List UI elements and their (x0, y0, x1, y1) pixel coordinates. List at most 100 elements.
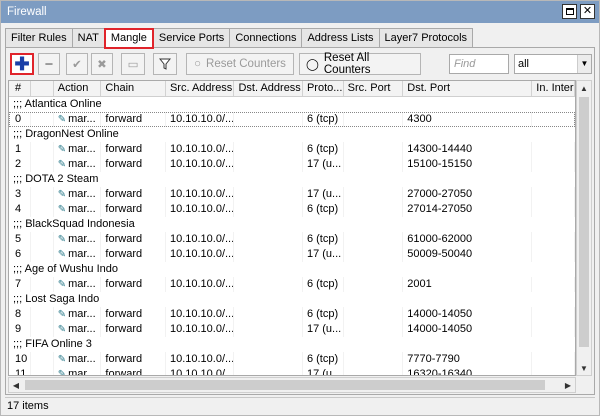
rule-protocol: 17 (u... (303, 187, 344, 202)
vertical-scroll-thumb[interactable] (579, 97, 589, 347)
column-header[interactable]: # (9, 81, 31, 96)
column-header[interactable]: Proto... (303, 81, 344, 96)
action-label: mar... (68, 203, 96, 215)
tab-service-ports[interactable]: Service Ports (152, 28, 231, 48)
filter-select[interactable]: all ▼ (514, 54, 592, 74)
pencil-icon: ✎ (57, 309, 67, 320)
minus-icon: ━ (45, 59, 53, 71)
vertical-scrollbar[interactable]: ▲ ▼ (576, 80, 592, 376)
column-header[interactable]: Src. Address (166, 81, 235, 96)
action-label: mar... (68, 233, 96, 245)
flags-cell (31, 202, 54, 217)
flags-cell (31, 277, 54, 292)
restore-button[interactable] (562, 4, 577, 19)
close-button[interactable]: ✕ (580, 4, 595, 19)
tab-connections[interactable]: Connections (229, 28, 303, 48)
horizontal-scroll-thumb[interactable] (25, 380, 545, 390)
rule-src-port (344, 277, 404, 292)
rule-protocol: 6 (tcp) (303, 202, 344, 217)
column-header[interactable]: Dst. Port (403, 81, 533, 96)
add-button[interactable]: ✚ (10, 53, 34, 75)
rule-src-address: 10.10.10.0/... (166, 307, 235, 322)
rule-dst-port: 14000-14050 (403, 322, 533, 337)
rule-dst-address (234, 322, 303, 337)
horizontal-scrollbar[interactable]: ◀ ▶ (8, 377, 576, 393)
enable-button[interactable]: ✔ (66, 53, 88, 75)
comment-row[interactable]: ;;; FIFA Online 3 (9, 337, 575, 352)
comment-row[interactable]: ;;; BlackSquad Indonesia (9, 217, 575, 232)
table-row[interactable]: 5 ✎ mar... forward 10.10.10.0/... 6 (tcp) 6100… (9, 232, 575, 247)
reset-counters-button[interactable]: ○ Reset Counters (186, 53, 294, 75)
rule-comment: ;;; Age of Wushu Indo (13, 263, 118, 275)
action-label: mar... (68, 143, 96, 155)
tab-filter-rules[interactable]: Filter Rules (5, 28, 73, 48)
rule-chain: forward (101, 112, 166, 127)
rule-dst-address (234, 367, 303, 375)
column-header[interactable]: Src. Port (344, 81, 404, 96)
comment-row[interactable]: ;;; DOTA 2 Steam (9, 172, 575, 187)
tab-nat[interactable]: NAT (71, 28, 105, 48)
pencil-icon: ✎ (57, 189, 67, 200)
pencil-icon: ✎ (57, 144, 67, 155)
scroll-right-icon[interactable]: ▶ (561, 378, 575, 392)
rule-src-address: 10.10.10.0/... (166, 247, 235, 262)
rule-src-port (344, 202, 404, 217)
comment-row[interactable]: ;;; DragonNest Online (9, 127, 575, 142)
table-header: # Action Chain Src. Address Dst. Address Prot… (9, 81, 575, 97)
comment-row[interactable]: ;;; Age of Wushu Indo (9, 262, 575, 277)
rule-in-interface (532, 247, 575, 262)
reset-all-icon: ◯ (306, 59, 319, 71)
firewall-window: Firewall ✕ Filter Rules NAT Mangle Servi… (0, 0, 600, 416)
rule-src-port (344, 187, 404, 202)
scroll-up-icon[interactable]: ▲ (577, 81, 591, 95)
table-row[interactable]: 11 ✎ mar... forward 10.10.10.0/... 17 (u... 16… (9, 367, 575, 375)
comment-row[interactable]: ;;; Lost Saga Indo (9, 292, 575, 307)
rule-protocol: 17 (u... (303, 367, 344, 375)
rule-protocol: 6 (tcp) (303, 142, 344, 157)
pencil-icon: ✎ (57, 249, 67, 260)
plus-icon: ✚ (14, 53, 30, 74)
table-row[interactable]: 10 ✎ mar... forward 10.10.10.0/... 6 (tcp) 777… (9, 352, 575, 367)
filter-button[interactable] (153, 53, 177, 75)
rule-number: 8 (9, 307, 31, 322)
scroll-down-icon[interactable]: ▼ (577, 361, 591, 375)
scroll-left-icon[interactable]: ◀ (9, 378, 23, 392)
disable-button[interactable]: ✖ (91, 53, 113, 75)
reset-all-counters-button[interactable]: ◯ Reset All Counters (299, 52, 421, 76)
rule-comment: ;;; FIFA Online 3 (13, 338, 92, 350)
table-row[interactable]: 4 ✎ mar... forward 10.10.10.0/... 6 (tcp) 2701… (9, 202, 575, 217)
tab-mangle[interactable]: Mangle (103, 28, 154, 49)
comment-button[interactable]: ▭ (121, 53, 145, 75)
table-row[interactable]: 7 ✎ mar... forward 10.10.10.0/... 6 (tcp) 2001 (9, 277, 575, 292)
column-header[interactable]: Dst. Address (234, 81, 303, 96)
rule-protocol: 17 (u... (303, 157, 344, 172)
table-row[interactable]: 0 ✎ mar... forward 10.10.10.0/... 6 (tcp) 4300 (9, 112, 575, 127)
toolbar: ✚ ━ ✔ ✖ ▭ ○ Reset Counters ◯ Reset All C… (8, 52, 592, 76)
window-controls: ✕ (562, 4, 595, 19)
table-row[interactable]: 2 ✎ mar... forward 10.10.10.0/... 17 (u... 151… (9, 157, 575, 172)
action-label: mar... (68, 158, 96, 170)
table-row[interactable]: 8 ✎ mar... forward 10.10.10.0/... 6 (tcp) 1400… (9, 307, 575, 322)
table-row[interactable]: 1 ✎ mar... forward 10.10.10.0/... 6 (tcp) 1430… (9, 142, 575, 157)
column-header[interactable]: Action (54, 81, 102, 96)
comment-row[interactable]: ;;; Atlantica Online (9, 97, 575, 112)
column-header[interactable]: In. Inter... (532, 81, 575, 96)
rule-dst-address (234, 307, 303, 322)
rule-in-interface (532, 232, 575, 247)
column-header[interactable]: Chain (101, 81, 166, 96)
tab-layer7-protocols[interactable]: Layer7 Protocols (378, 28, 474, 48)
rule-action: ✎ mar... (54, 232, 102, 247)
tab-address-lists[interactable]: Address Lists (301, 28, 380, 48)
table-row[interactable]: 3 ✎ mar... forward 10.10.10.0/... 17 (u... 270… (9, 187, 575, 202)
table-row[interactable]: 9 ✎ mar... forward 10.10.10.0/... 17 (u... 140… (9, 322, 575, 337)
column-header[interactable] (31, 81, 54, 96)
tab-bar: Filter Rules NAT Mangle Service Ports Co… (5, 28, 474, 49)
search-input[interactable]: Find (449, 54, 509, 74)
remove-button[interactable]: ━ (38, 53, 60, 75)
table-row[interactable]: 6 ✎ mar... forward 10.10.10.0/... 17 (u... 500… (9, 247, 575, 262)
rule-src-port (344, 142, 404, 157)
rule-protocol: 17 (u... (303, 247, 344, 262)
rule-action: ✎ mar... (54, 352, 102, 367)
pencil-icon: ✎ (57, 204, 67, 215)
rule-src-port (344, 232, 404, 247)
